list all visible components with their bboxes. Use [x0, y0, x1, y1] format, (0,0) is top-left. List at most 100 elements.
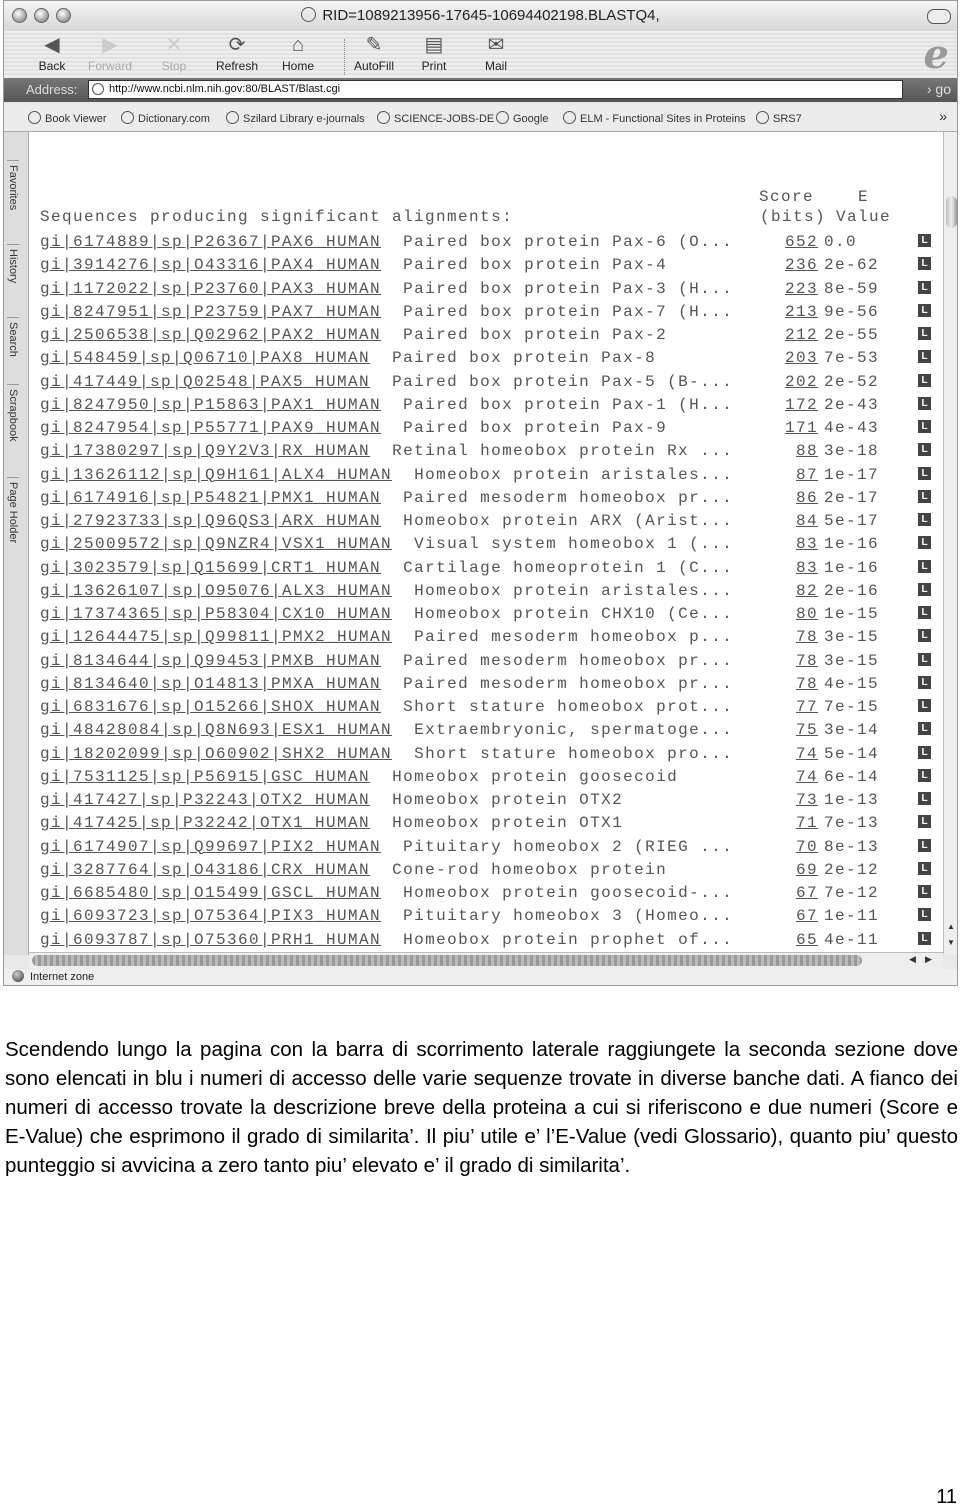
side-tab-scrapbook[interactable]: Scrapbook: [7, 384, 19, 442]
linkout-icon[interactable]: L: [918, 513, 931, 526]
score-link[interactable]: 82: [796, 582, 818, 600]
scroll-right-arrow-icon[interactable]: ▶: [925, 954, 932, 965]
score-link[interactable]: 75: [796, 721, 818, 739]
linkout-icon[interactable]: L: [918, 629, 931, 643]
back-button[interactable]: ◀ Back: [34, 33, 70, 73]
score-link[interactable]: 74: [796, 745, 818, 763]
more-bookmarks-chevron-icon[interactable]: »: [939, 108, 947, 124]
score-link[interactable]: 73: [796, 791, 818, 809]
linkout-icon[interactable]: L: [918, 838, 931, 852]
mail-button[interactable]: ✉ Mail: [480, 33, 512, 73]
accession-link[interactable]: gi|17374365|sp|P58304|CX10_HUMAN: [40, 605, 392, 623]
linkout-icon[interactable]: L: [918, 257, 931, 271]
vertical-scroll-thumb[interactable]: [946, 196, 957, 228]
accession-link[interactable]: gi|417425|sp|P32242|OTX1_HUMAN: [40, 814, 370, 832]
toolbar-toggle-button[interactable]: [927, 9, 951, 24]
score-link[interactable]: 71: [796, 814, 818, 832]
accession-link[interactable]: gi|3914276|sp|O43316|PAX4_HUMAN: [40, 256, 381, 274]
score-link[interactable]: 70: [796, 838, 818, 856]
accession-link[interactable]: gi|18202099|sp|O60902|SHX2_HUMAN: [40, 745, 392, 763]
linkout-icon[interactable]: L: [918, 861, 931, 875]
go-button[interactable]: › go: [927, 81, 951, 97]
linkout-icon[interactable]: L: [918, 582, 931, 596]
linkout-icon[interactable]: L: [918, 373, 931, 387]
score-link[interactable]: 78: [796, 675, 818, 693]
linkout-icon[interactable]: L: [918, 303, 931, 317]
accession-link[interactable]: gi|2506538|sp|Q02962|PAX2_HUMAN: [40, 326, 381, 344]
linkout-icon[interactable]: L: [918, 652, 931, 666]
linkout-icon[interactable]: L: [918, 350, 931, 364]
linkout-icon[interactable]: L: [918, 745, 931, 759]
accession-link[interactable]: gi|6093723|sp|O75364|PIX3_HUMAN: [40, 907, 381, 925]
score-link[interactable]: 67: [796, 907, 818, 925]
linkout-icon[interactable]: L: [918, 327, 931, 340]
autofill-button[interactable]: ✎ AutoFill: [348, 33, 400, 73]
linkout-icon[interactable]: L: [918, 234, 931, 247]
accession-link[interactable]: gi|8134644|sp|Q99453|PMXB_HUMAN: [40, 652, 381, 670]
linkout-icon[interactable]: L: [918, 792, 931, 805]
score-link[interactable]: 172: [785, 396, 818, 414]
score-link[interactable]: 84: [796, 512, 818, 530]
side-tab-history[interactable]: History: [7, 244, 19, 283]
accession-link[interactable]: gi|417427|sp|P32243|OTX2_HUMAN: [40, 791, 370, 809]
forward-button[interactable]: ▶ Forward: [84, 33, 136, 73]
accession-link[interactable]: gi|7531125|sp|P56915|GSC_HUMAN: [40, 768, 370, 786]
score-link[interactable]: 69: [796, 861, 818, 879]
linkout-icon[interactable]: L: [918, 466, 931, 480]
linkout-icon[interactable]: L: [918, 536, 931, 550]
linkout-icon[interactable]: L: [918, 908, 931, 922]
refresh-button[interactable]: ⟳ Refresh: [211, 33, 263, 73]
score-link[interactable]: 88: [796, 442, 818, 460]
linkout-icon[interactable]: L: [918, 396, 931, 410]
accession-link[interactable]: gi|6174907|sp|Q99697|PIX2_HUMAN: [40, 838, 381, 856]
accession-link[interactable]: gi|13626112|sp|Q9H161|ALX4_HUMAN: [40, 466, 392, 484]
score-link[interactable]: 78: [796, 652, 818, 670]
score-link[interactable]: 78: [796, 628, 818, 646]
accession-link[interactable]: gi|6093787|sp|O75360|PRH1_HUMAN: [40, 931, 381, 949]
linkout-icon[interactable]: L: [918, 815, 931, 829]
accession-link[interactable]: gi|48428084|sp|Q8N693|ESX1_HUMAN: [40, 721, 392, 739]
accession-link[interactable]: gi|25009572|sp|Q9NZR4|VSX1_HUMAN: [40, 535, 392, 553]
linkout-icon[interactable]: L: [918, 699, 931, 712]
linkout-icon[interactable]: L: [918, 443, 931, 457]
score-link[interactable]: 74: [796, 768, 818, 786]
bookmark-book-viewer[interactable]: Book Viewer: [28, 111, 107, 125]
bookmark-szilard-library[interactable]: Szilard Library e-journals: [226, 111, 365, 125]
score-link[interactable]: 236: [785, 256, 818, 274]
accession-link[interactable]: gi|8247954|sp|P55771|PAX9_HUMAN: [40, 419, 381, 437]
stop-button[interactable]: ✕ Stop: [156, 33, 192, 73]
linkout-icon[interactable]: L: [918, 606, 931, 619]
linkout-icon[interactable]: L: [918, 885, 931, 898]
scroll-down-arrow-icon[interactable]: ▼: [947, 938, 955, 947]
score-link[interactable]: 67: [796, 884, 818, 902]
score-link[interactable]: 213: [785, 303, 818, 321]
linkout-icon[interactable]: L: [918, 420, 931, 433]
accession-link[interactable]: gi|6831676|sp|O15266|SHOX_HUMAN: [40, 698, 381, 716]
score-link[interactable]: 223: [785, 280, 818, 298]
accession-link[interactable]: gi|13626107|sp|O95076|ALX3_HUMAN: [40, 582, 392, 600]
score-link[interactable]: 83: [796, 535, 818, 553]
accession-link[interactable]: gi|8134640|sp|O14813|PMXA_HUMAN: [40, 675, 381, 693]
bookmark-google[interactable]: Google: [496, 111, 548, 125]
linkout-icon[interactable]: L: [918, 722, 931, 736]
scroll-up-arrow-icon[interactable]: ▲: [947, 922, 955, 931]
score-link[interactable]: 83: [796, 559, 818, 577]
accession-link[interactable]: gi|3287764|sp|O43186|CRX_HUMAN: [40, 861, 370, 879]
vertical-scrollbar[interactable]: ▲ ▼: [943, 132, 957, 954]
accession-link[interactable]: gi|3023579|sp|Q15699|CRT1_HUMAN: [40, 559, 381, 577]
print-button[interactable]: ▤ Print: [416, 33, 452, 73]
bookmark-srs7[interactable]: SRS7: [756, 111, 802, 125]
linkout-icon[interactable]: L: [918, 489, 931, 503]
accession-link[interactable]: gi|17380297|sp|Q9Y2V3|RX_HUMAN: [40, 442, 370, 460]
accession-link[interactable]: gi|8247951|sp|P23759|PAX7_HUMAN: [40, 303, 381, 321]
score-link[interactable]: 203: [785, 349, 818, 367]
side-tab-page-holder[interactable]: Page Holder: [7, 477, 19, 543]
home-button[interactable]: ⌂ Home: [278, 33, 318, 73]
linkout-icon[interactable]: L: [918, 675, 931, 689]
score-link[interactable]: 202: [785, 373, 818, 391]
score-link[interactable]: 212: [785, 326, 818, 344]
side-tab-favorites[interactable]: Favorites: [7, 160, 19, 210]
bookmark-science-jobs[interactable]: SCIENCE-JOBS-DE: [377, 111, 494, 125]
score-link[interactable]: 652: [785, 233, 818, 251]
horizontal-scrollbar[interactable]: ◀ ▶: [29, 952, 943, 969]
